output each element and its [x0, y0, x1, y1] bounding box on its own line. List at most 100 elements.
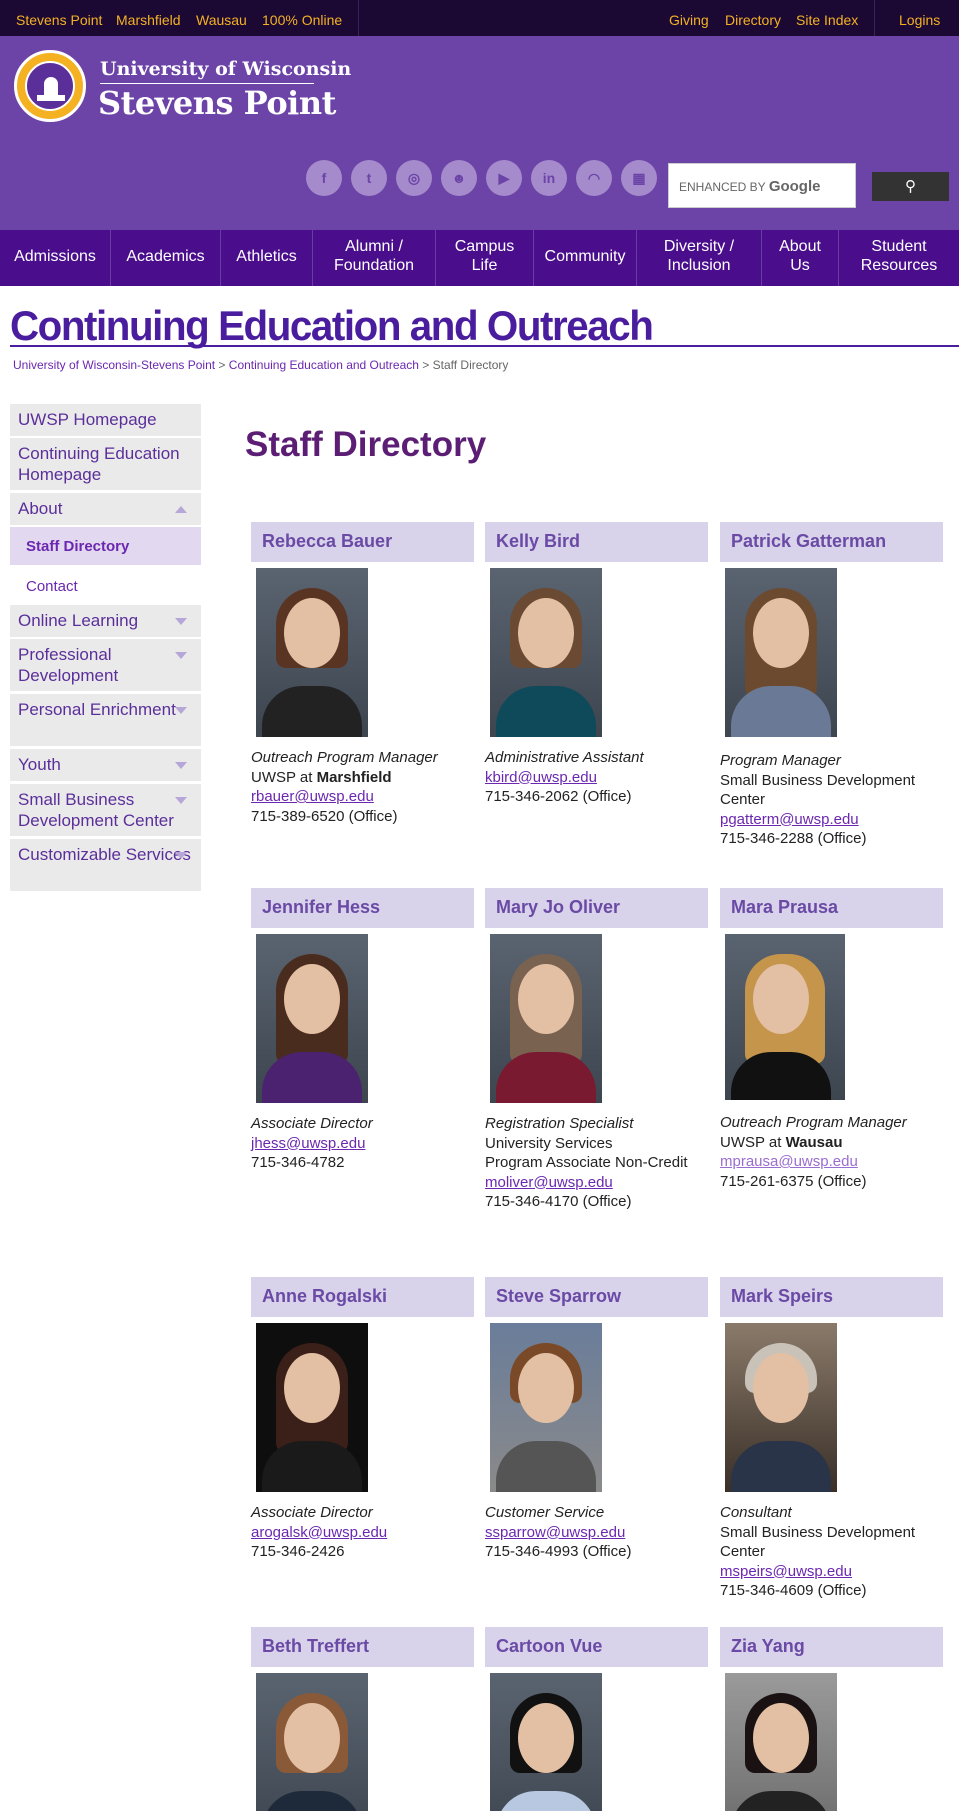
twitter-icon[interactable]: t	[351, 160, 387, 196]
google-logo: Google	[768, 178, 821, 195]
sidebar-item-online-learning[interactable]: Online Learning	[10, 605, 201, 637]
breadcrumb-home[interactable]: University of Wisconsin-Stevens Point	[13, 358, 215, 372]
chevron-down-icon[interactable]	[175, 852, 187, 859]
snapchat-icon[interactable]: ☻	[441, 160, 477, 196]
staff-email[interactable]: moliver@uwsp.edu	[485, 1174, 613, 1191]
staff-name: Patrick Gatterman	[720, 522, 943, 562]
staff-phone: 715-389-6520 (Office)	[251, 807, 398, 825]
staff-name: Mary Jo Oliver	[485, 888, 708, 928]
topbar-link-directory[interactable]: Directory	[725, 12, 781, 28]
breadcrumb: University of Wisconsin-Stevens Point > …	[13, 358, 508, 372]
page-title: Continuing Education and Outreach	[10, 302, 654, 349]
topbar-link-wausau[interactable]: Wausau	[196, 12, 247, 28]
nav-about-us[interactable]: About Us	[762, 230, 839, 286]
staff-card: Rebecca Bauer Outreach Program Manager U…	[251, 522, 474, 826]
topbar-link-stevens-point[interactable]: Stevens Point	[16, 12, 102, 28]
sidebar-item-ce-homepage[interactable]: Continuing Education Homepage	[10, 438, 201, 490]
nav-alumni-foundation[interactable]: Alumni / Foundation	[313, 230, 436, 286]
title-rule	[10, 345, 959, 347]
staff-email[interactable]: kbird@uwsp.edu	[485, 769, 597, 786]
staff-card: Mary Jo Oliver Registration Specialist U…	[485, 888, 708, 1212]
sidebar-item-label: About	[18, 499, 63, 518]
youtube-icon[interactable]: ▶	[486, 160, 522, 196]
staff-email[interactable]: mspeirs@uwsp.edu	[720, 1563, 852, 1580]
sidebar-item-label: Youth	[18, 755, 61, 774]
chevron-down-icon[interactable]	[175, 618, 187, 625]
staff-name: Jennifer Hess	[251, 888, 474, 928]
chevron-up-icon[interactable]	[175, 506, 187, 513]
staff-name: Mara Prausa	[720, 888, 943, 928]
calendar-icon[interactable]: ▦	[621, 160, 657, 196]
sidebar-item-customizable-services[interactable]: Customizable Services	[10, 839, 201, 891]
sidebar-item-youth[interactable]: Youth	[10, 749, 201, 781]
topbar-divider	[358, 0, 359, 36]
staff-phone: 715-346-4782	[251, 1154, 345, 1171]
site-header: University of Wisconsin Stevens Point f …	[0, 36, 959, 230]
breadcrumb-current: Staff Directory	[432, 358, 509, 372]
topbar-link-site-index[interactable]: Site Index	[796, 12, 858, 28]
nav-academics[interactable]: Academics	[111, 230, 221, 286]
staff-card: Mara Prausa Outreach Program Manager UWS…	[720, 888, 943, 1191]
facebook-icon[interactable]: f	[306, 160, 342, 196]
staff-photo	[490, 1323, 602, 1492]
search-input[interactable]: ENHANCED BY Google	[668, 163, 856, 208]
rss-icon[interactable]: ◠	[576, 160, 612, 196]
brand-line2[interactable]: Stevens Point	[98, 84, 336, 122]
sidebar-item-uwsp-homepage[interactable]: UWSP Homepage	[10, 404, 201, 436]
topbar-link-online[interactable]: 100% Online	[262, 12, 342, 28]
sidebar-item-professional-development[interactable]: Professional Development	[10, 639, 201, 691]
sidebar-item-about[interactable]: About	[10, 493, 201, 525]
staff-directory-heading: Staff Directory	[245, 425, 487, 464]
staff-department: Small Business Development Center	[720, 771, 916, 809]
chevron-down-icon[interactable]	[175, 707, 187, 714]
topbar-link-marshfield[interactable]: Marshfield	[116, 12, 181, 28]
chevron-down-icon[interactable]	[175, 652, 187, 659]
staff-phone: 715-346-4993 (Office)	[485, 1543, 632, 1560]
chevron-down-icon[interactable]	[175, 762, 187, 769]
staff-title: Customer Service	[485, 1504, 605, 1521]
nav-athletics[interactable]: Athletics	[221, 230, 313, 286]
linkedin-icon[interactable]: in	[531, 160, 567, 196]
staff-card: Steve Sparrow Customer Service ssparrow@…	[485, 1277, 708, 1562]
staff-email[interactable]: rbauer@uwsp.edu	[251, 788, 374, 805]
staff-email[interactable]: arogalsk@uwsp.edu	[251, 1524, 387, 1541]
search-icon: ⚲	[905, 178, 916, 195]
sidebar-item-sbdc[interactable]: Small Business Development Center	[10, 784, 201, 836]
nav-diversity-inclusion[interactable]: Diversity / Inclusion	[637, 230, 762, 286]
nav-admissions[interactable]: Admissions	[0, 230, 111, 286]
staff-name: Kelly Bird	[485, 522, 708, 562]
main-nav: Admissions Academics Athletics Alumni / …	[0, 230, 959, 286]
nav-community[interactable]: Community	[534, 230, 637, 286]
breadcrumb-separator: >	[422, 358, 430, 372]
staff-phone: 715-346-4609 (Office)	[720, 1582, 867, 1599]
staff-unit-prefix: UWSP at	[720, 1133, 786, 1151]
sidebar-item-staff-directory[interactable]: Staff Directory	[10, 527, 201, 565]
staff-unit: UWSP at Wausau	[720, 1133, 943, 1153]
sidebar-item-label: Professional Development	[18, 645, 119, 685]
staff-photo	[725, 1323, 837, 1492]
staff-email[interactable]: jhess@uwsp.edu	[251, 1135, 365, 1152]
staff-email[interactable]: ssparrow@uwsp.edu	[485, 1524, 625, 1541]
nav-student-resources[interactable]: Student Resources	[839, 230, 959, 286]
topbar-link-giving[interactable]: Giving	[669, 12, 709, 28]
staff-unit-location: Marshfield	[316, 768, 392, 786]
staff-card: Cartoon Vue	[485, 1627, 708, 1811]
search-button[interactable]: ⚲	[872, 172, 949, 201]
breadcrumb-section[interactable]: Continuing Education and Outreach	[229, 358, 419, 372]
university-seal-logo[interactable]	[14, 50, 86, 122]
instagram-icon[interactable]: ◎	[396, 160, 432, 196]
staff-email[interactable]: mprausa@uwsp.edu	[720, 1153, 858, 1170]
staff-department: University Services	[485, 1134, 613, 1152]
nav-campus-life[interactable]: Campus Life	[436, 230, 534, 286]
sidebar-item-contact[interactable]: Contact	[10, 567, 201, 605]
staff-card: Kelly Bird Administrative Assistant kbir…	[485, 522, 708, 807]
staff-phone: 715-346-2426	[251, 1543, 345, 1560]
sidebar-item-personal-enrichment[interactable]: Personal Enrichment	[10, 694, 201, 746]
staff-title: Outreach Program Manager	[251, 749, 438, 766]
staff-email[interactable]: pgatterm@uwsp.edu	[720, 811, 859, 828]
staff-department: Small Business Development Center	[720, 1523, 916, 1561]
logins-link[interactable]: Logins	[899, 12, 940, 28]
brand-line1[interactable]: University of Wisconsin	[100, 58, 351, 80]
sidebar-item-label: Online Learning	[18, 611, 139, 630]
chevron-down-icon[interactable]	[175, 797, 187, 804]
